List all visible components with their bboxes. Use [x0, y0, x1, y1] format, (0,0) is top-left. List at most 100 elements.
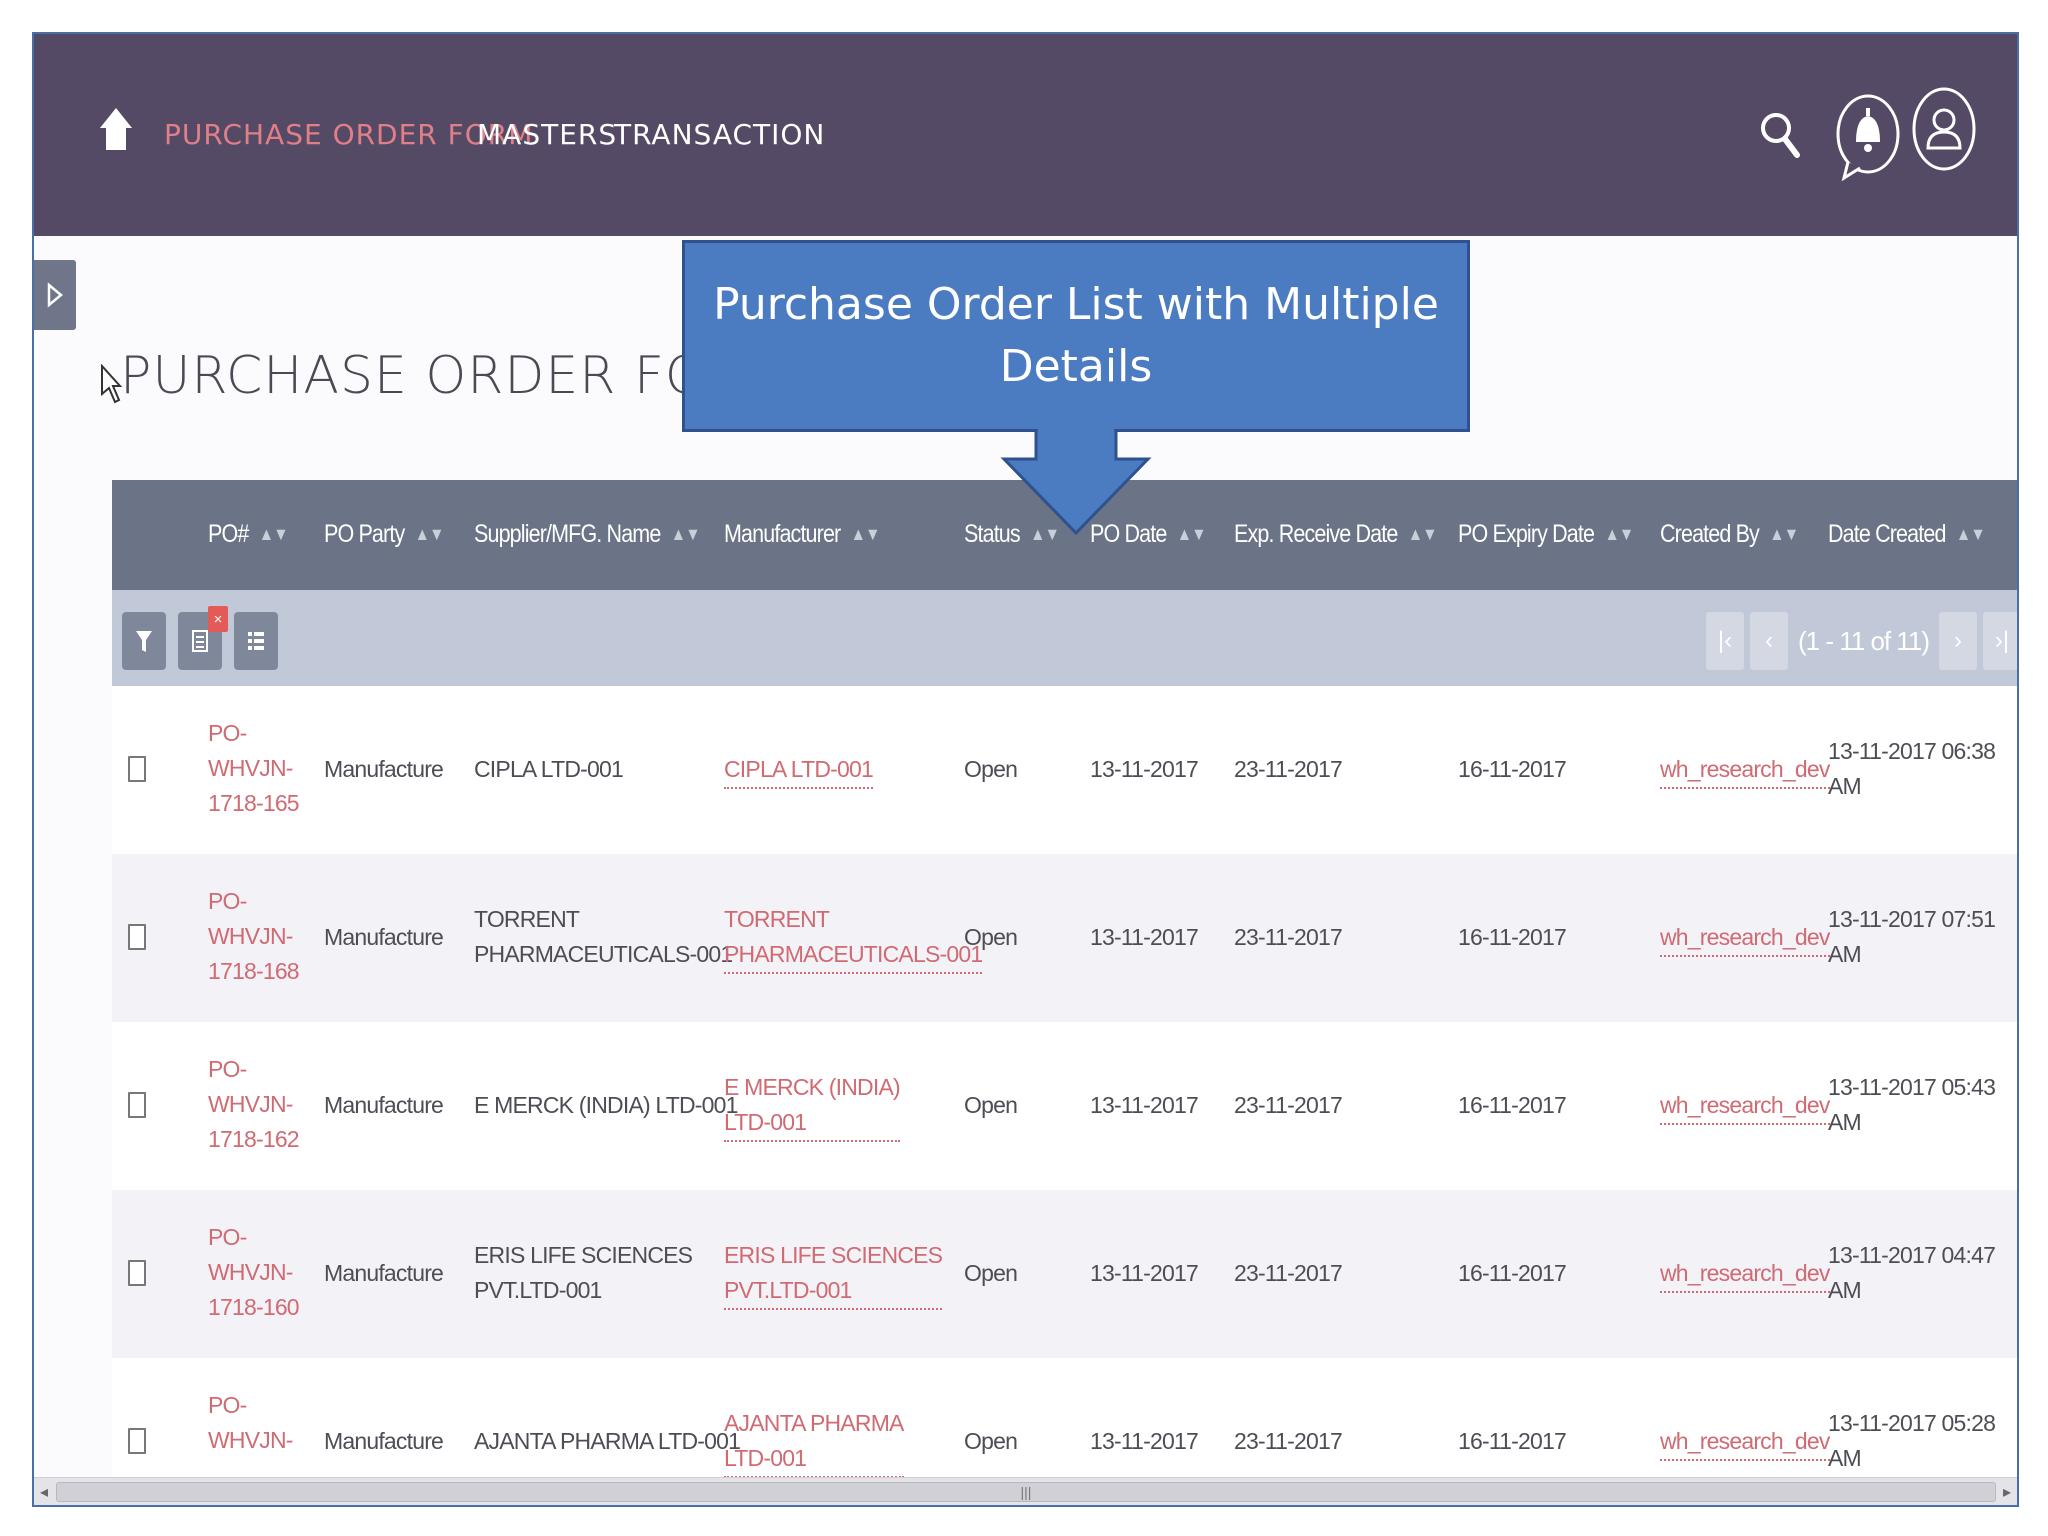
- po-expiry-date-cell: 16-11-2017: [1458, 1092, 1567, 1118]
- exp-receive-date-cell: 23-11-2017: [1234, 1092, 1343, 1118]
- po-number-link[interactable]: PO- WHVJN- 1718-165: [208, 716, 300, 821]
- sort-icon[interactable]: ▲▼: [671, 524, 701, 545]
- purchase-order-table: PO# ▲▼ PO Party ▲▼ Supplier/MFG. Name ▲▼ Ma…: [112, 480, 2017, 1505]
- supplier-cell: E MERCK (INDIA) LTD-001: [474, 1092, 738, 1118]
- manufacturer-link[interactable]: TORRENT PHARMACEUTICALS-001: [724, 902, 983, 974]
- nav-masters[interactable]: MASTERS: [477, 118, 617, 151]
- table-row[interactable]: PO- WHVJN- 1718-168 Manufacture TORRENT …: [112, 854, 2017, 1022]
- page-range-text: (1 - 11 of 11): [1798, 625, 1930, 656]
- po-expiry-date-cell: 16-11-2017: [1458, 1428, 1567, 1454]
- manufacturer-link[interactable]: ERIS LIFE SCIENCES PVT.LTD-001: [724, 1238, 943, 1310]
- column-header-po-number[interactable]: PO# ▲▼: [208, 520, 289, 549]
- po-expiry-date-cell: 16-11-2017: [1458, 924, 1567, 950]
- row-checkbox[interactable]: [128, 1428, 146, 1454]
- status-cell: Open: [964, 1092, 1018, 1118]
- row-checkbox[interactable]: [128, 1092, 146, 1118]
- exp-receive-date-cell: 23-11-2017: [1234, 1428, 1343, 1454]
- supplier-cell: TORRENT PHARMACEUTICALS-001: [474, 906, 733, 967]
- first-page-button[interactable]: |‹: [1706, 612, 1744, 670]
- nav-transaction[interactable]: TRANSACTION: [614, 118, 825, 151]
- column-header-manufacturer[interactable]: Manufacturer ▲▼: [724, 520, 880, 549]
- status-cell: Open: [964, 1260, 1018, 1286]
- po-party-cell: Manufacture: [324, 1428, 444, 1454]
- previous-page-button[interactable]: ‹: [1750, 612, 1788, 670]
- status-cell: Open: [964, 756, 1018, 782]
- created-by-link[interactable]: wh_research_dev: [1660, 752, 1830, 789]
- po-party-cell: Manufacture: [324, 756, 444, 782]
- screenshot-frame: PURCHASE ORDER FORM MASTERS TRANSACTION …: [32, 32, 2019, 1507]
- column-header-supplier[interactable]: Supplier/MFG. Name ▲▼: [474, 520, 701, 549]
- po-party-cell: Manufacture: [324, 924, 444, 950]
- top-navigation-bar: PURCHASE ORDER FORM MASTERS TRANSACTION: [34, 34, 2017, 236]
- po-date-cell: 13-11-2017: [1090, 1092, 1199, 1118]
- po-expiry-date-cell: 16-11-2017: [1458, 1260, 1567, 1286]
- sort-icon[interactable]: ▲▼: [851, 524, 881, 545]
- supplier-cell: AJANTA PHARMA LTD-001: [474, 1428, 741, 1454]
- annotation-callout: Purchase Order List with Multiple Detail…: [682, 240, 1470, 432]
- filter-icon: [136, 631, 152, 652]
- next-page-button[interactable]: ›: [1939, 612, 1977, 670]
- column-header-date-created[interactable]: Date Created ▲▼: [1828, 520, 1986, 549]
- column-chooser-button[interactable]: [234, 612, 278, 670]
- exp-receive-date-cell: 23-11-2017: [1234, 924, 1343, 950]
- po-number-link[interactable]: PO- WHVJN- 1718-160: [208, 1220, 300, 1325]
- po-number-link[interactable]: PO- WHVJN- 1718-162: [208, 1052, 300, 1157]
- row-checkbox[interactable]: [128, 756, 146, 782]
- user-icon[interactable]: [1910, 86, 1978, 172]
- po-number-link[interactable]: PO- WHVJN-: [208, 1388, 293, 1458]
- supplier-cell: ERIS LIFE SCIENCES PVT.LTD-001: [474, 1242, 693, 1303]
- sort-icon[interactable]: ▲▼: [1604, 524, 1634, 545]
- date-created-cell: 13-11-2017 07:51 AM: [1828, 906, 1996, 967]
- clear-filter-button[interactable]: ×: [178, 606, 228, 670]
- row-checkbox[interactable]: [128, 924, 146, 950]
- play-arrow-icon: [47, 282, 63, 308]
- table-toolbar: × |‹ ‹ (1 - 11 of 11) › ›|: [112, 590, 2017, 686]
- exp-receive-date-cell: 23-11-2017: [1234, 1260, 1343, 1286]
- document-icon: [192, 630, 208, 652]
- date-created-cell: 13-11-2017 06:38 AM: [1828, 738, 1996, 799]
- po-date-cell: 13-11-2017: [1090, 756, 1199, 782]
- close-icon[interactable]: ×: [208, 606, 228, 632]
- exp-receive-date-cell: 23-11-2017: [1234, 756, 1343, 782]
- date-created-cell: 13-11-2017 04:47 AM: [1828, 1242, 1996, 1303]
- sort-icon[interactable]: ▲▼: [1956, 524, 1986, 545]
- po-party-cell: Manufacture: [324, 1260, 444, 1286]
- pagination: |‹ ‹ (1 - 11 of 11) › ›|: [1706, 612, 2017, 670]
- column-header-po-expiry-date[interactable]: PO Expiry Date ▲▼: [1458, 520, 1634, 549]
- search-icon[interactable]: [1759, 109, 1803, 161]
- column-header-exp-receive-date[interactable]: Exp. Receive Date ▲▼: [1234, 520, 1438, 549]
- sidebar-toggle-button[interactable]: [34, 260, 76, 330]
- date-created-cell: 13-11-2017 05:28 AM: [1828, 1410, 1996, 1471]
- manufacturer-link[interactable]: CIPLA LTD-001: [724, 752, 874, 789]
- horizontal-scrollbar[interactable]: ◂ ||| ▸: [34, 1477, 2017, 1505]
- sort-icon[interactable]: ▲▼: [1177, 524, 1207, 545]
- sort-icon[interactable]: ▲▼: [1408, 524, 1438, 545]
- home-icon[interactable]: [98, 106, 134, 152]
- scrollbar-thumb[interactable]: |||: [56, 1482, 1996, 1502]
- created-by-link[interactable]: wh_research_dev: [1660, 1088, 1830, 1125]
- filter-button[interactable]: [122, 612, 166, 670]
- manufacturer-link[interactable]: E MERCK (INDIA) LTD-001: [724, 1070, 901, 1142]
- row-checkbox[interactable]: [128, 1260, 146, 1286]
- status-cell: Open: [964, 924, 1018, 950]
- supplier-cell: CIPLA LTD-001: [474, 756, 624, 782]
- created-by-link[interactable]: wh_research_dev: [1660, 920, 1830, 957]
- table-row[interactable]: PO- WHVJN- 1718-165 Manufacture CIPLA LT…: [112, 686, 2017, 854]
- po-number-link[interactable]: PO- WHVJN- 1718-168: [208, 884, 300, 989]
- sort-icon[interactable]: ▲▼: [415, 524, 445, 545]
- table-row[interactable]: PO- WHVJN- 1718-162 Manufacture E MERCK …: [112, 1022, 2017, 1190]
- sort-icon[interactable]: ▲▼: [1769, 524, 1799, 545]
- column-header-created-by[interactable]: Created By ▲▼: [1660, 520, 1799, 549]
- last-page-button[interactable]: ›|: [1983, 612, 2017, 670]
- sort-icon[interactable]: ▲▼: [259, 524, 289, 545]
- column-header-po-party[interactable]: PO Party ▲▼: [324, 520, 444, 549]
- created-by-link[interactable]: wh_research_dev: [1660, 1256, 1830, 1293]
- bell-icon[interactable]: [1834, 90, 1902, 182]
- scroll-right-icon[interactable]: ▸: [2003, 1482, 2011, 1502]
- manufacturer-link[interactable]: AJANTA PHARMA LTD-001: [724, 1406, 904, 1478]
- po-expiry-date-cell: 16-11-2017: [1458, 756, 1567, 782]
- table-row[interactable]: PO- WHVJN- 1718-160 Manufacture ERIS LIF…: [112, 1190, 2017, 1358]
- po-date-cell: 13-11-2017: [1090, 1260, 1199, 1286]
- scroll-left-icon[interactable]: ◂: [40, 1482, 48, 1502]
- created-by-link[interactable]: wh_research_dev: [1660, 1424, 1830, 1461]
